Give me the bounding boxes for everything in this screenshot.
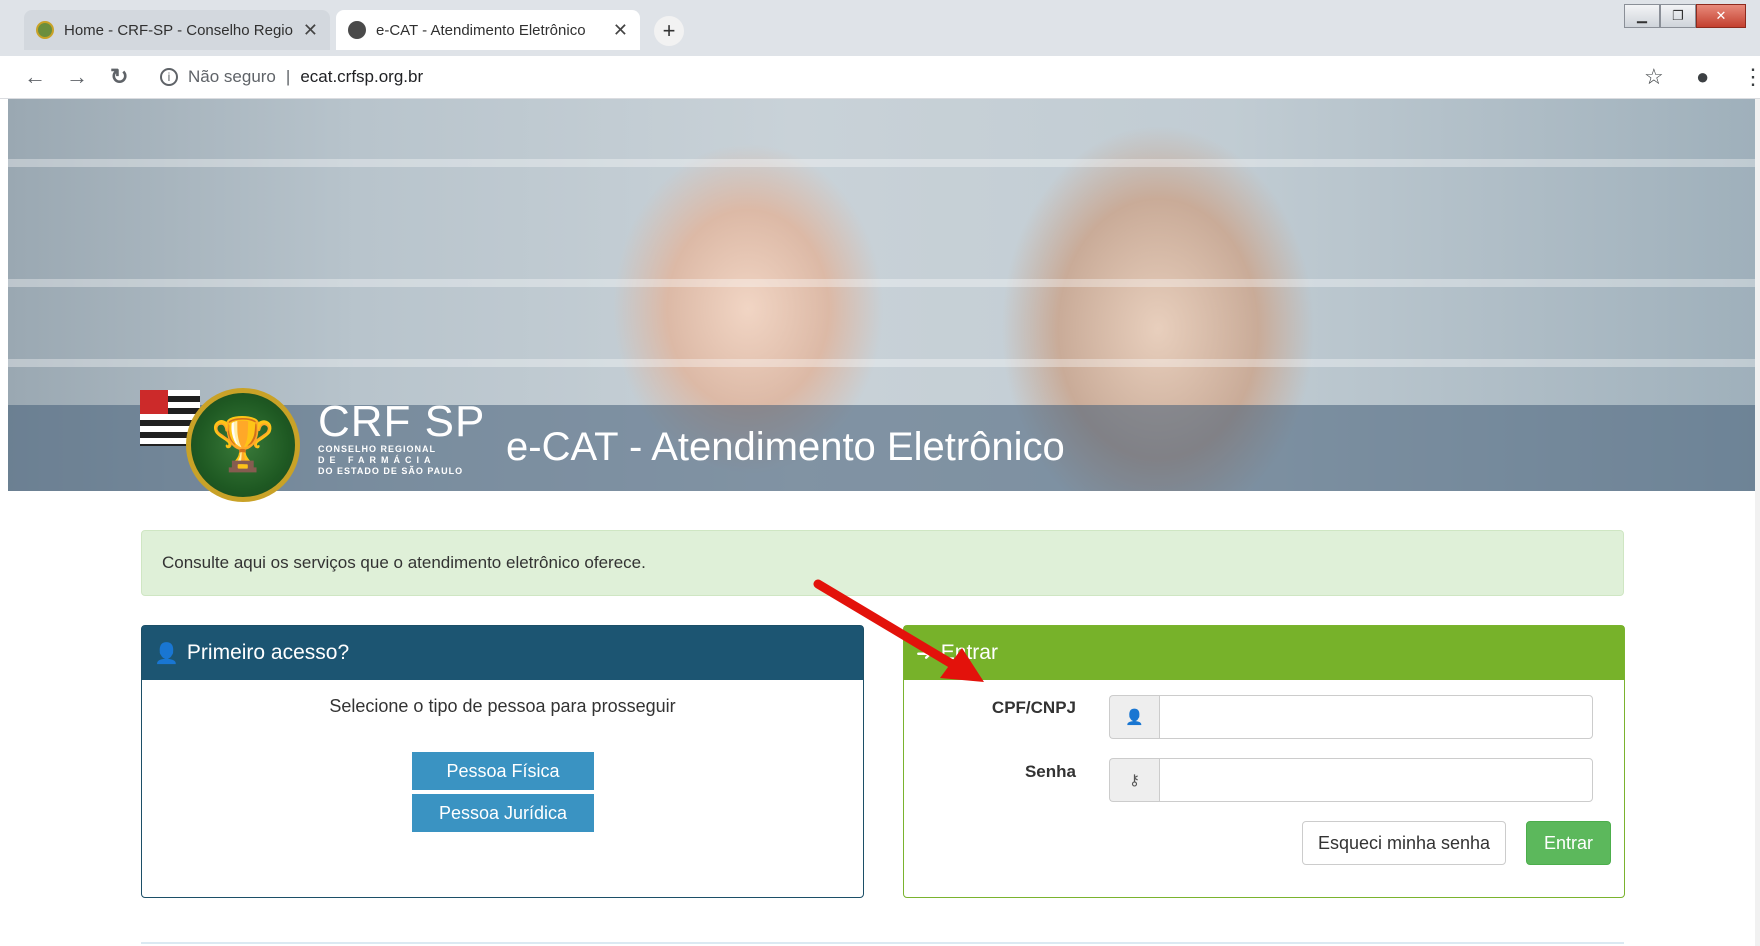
user-icon: 👤 <box>1109 695 1159 739</box>
password-input[interactable] <box>1159 758 1593 802</box>
new-tab-button[interactable]: + <box>654 16 684 46</box>
close-icon[interactable]: ✕ <box>303 20 318 41</box>
browser-toolbar: ← → ↻ i Não seguro | ecat.crfsp.org.br ☆… <box>0 56 1760 99</box>
shelf-decoration <box>8 159 1755 167</box>
login-header: ➜ Entrar <box>904 626 1624 680</box>
forgot-password-button[interactable]: Esqueci minha senha <box>1302 821 1506 865</box>
services-alert[interactable]: Consulte aqui os serviços que o atendime… <box>141 530 1624 596</box>
address-bar[interactable]: i Não seguro | ecat.crfsp.org.br <box>160 62 423 92</box>
cpf-cnpj-label: CPF/CNPJ <box>991 698 1076 717</box>
login-panel: ➜ Entrar CPF/CNPJ 👤 Senha ⚷ Esqueci minh… <box>903 625 1625 898</box>
bookmark-star-icon[interactable]: ☆ <box>1644 64 1664 90</box>
password-group: ⚷ <box>1109 758 1593 802</box>
scrollbar[interactable] <box>1755 99 1760 946</box>
select-person-prompt: Selecione o tipo de pessoa para prossegu… <box>329 696 676 716</box>
crf-logo-text: CRF SP CONSELHO REGIONAL DE FARMÁCIA DO … <box>318 400 485 477</box>
logo-brand: CRF SP <box>318 397 486 446</box>
reload-icon[interactable]: ↻ <box>110 64 128 90</box>
login-title: Entrar <box>940 641 998 664</box>
login-icon: ➜ <box>916 642 933 665</box>
forward-icon[interactable]: → <box>66 64 88 90</box>
tab-title: Home - CRF-SP - Conselho Regio <box>64 21 293 39</box>
minimize-icon[interactable]: ▁ <box>1624 4 1660 28</box>
logo-line-2: DE FARMÁCIA <box>318 455 436 465</box>
back-icon[interactable]: ← <box>24 64 46 90</box>
pessoa-juridica-button[interactable]: Pessoa Jurídica <box>412 794 594 832</box>
first-access-title: Primeiro acesso? <box>186 641 350 664</box>
security-label: Não seguro <box>188 67 276 86</box>
address-separator: | <box>285 67 291 86</box>
cpf-cnpj-group: 👤 <box>1109 695 1593 739</box>
url-text: ecat.crfsp.org.br <box>300 67 424 86</box>
section-divider <box>141 942 1624 944</box>
tab-title: e-CAT - Atendimento Eletrônico <box>376 21 586 39</box>
password-label: Senha <box>1024 762 1076 781</box>
first-access-panel: 👤 Primeiro acesso? Selecione o tipo de p… <box>141 625 864 898</box>
globe-icon <box>348 21 366 39</box>
window-controls: ▁ ❐ ✕ <box>1624 4 1746 28</box>
enter-button[interactable]: Entrar <box>1526 821 1611 865</box>
crf-favicon-icon <box>36 21 54 39</box>
add-user-icon: 👤 <box>154 642 179 665</box>
page-title: e-CAT - Atendimento Eletrônico <box>506 425 1065 469</box>
cpf-cnpj-input[interactable] <box>1159 695 1593 739</box>
profile-icon[interactable]: ● <box>1696 64 1709 90</box>
pessoa-fisica-button[interactable]: Pessoa Física <box>412 752 594 790</box>
restore-icon[interactable]: ❐ <box>1660 4 1696 28</box>
shelf-decoration <box>8 359 1755 367</box>
browser-tab-strip: Home - CRF-SP - Conselho Regio ✕ e-CAT -… <box>0 0 1760 56</box>
key-icon: ⚷ <box>1109 758 1159 802</box>
tab-home-crf-sp[interactable]: Home - CRF-SP - Conselho Regio ✕ <box>24 10 330 50</box>
shelf-decoration <box>8 279 1755 287</box>
window-close-icon[interactable]: ✕ <box>1696 4 1746 28</box>
info-icon[interactable]: i <box>160 68 178 86</box>
crf-seal-logo: 🏆 <box>186 388 300 502</box>
tab-ecat[interactable]: e-CAT - Atendimento Eletrônico ✕ <box>336 10 640 50</box>
close-icon[interactable]: ✕ <box>613 20 628 41</box>
alert-text[interactable]: Consulte aqui os serviços que o atendime… <box>162 553 646 573</box>
logo-line-3: DO ESTADO DE SÃO PAULO <box>318 466 464 476</box>
first-access-header: 👤 Primeiro acesso? <box>142 626 863 680</box>
menu-icon[interactable]: ⋮ <box>1742 64 1760 90</box>
